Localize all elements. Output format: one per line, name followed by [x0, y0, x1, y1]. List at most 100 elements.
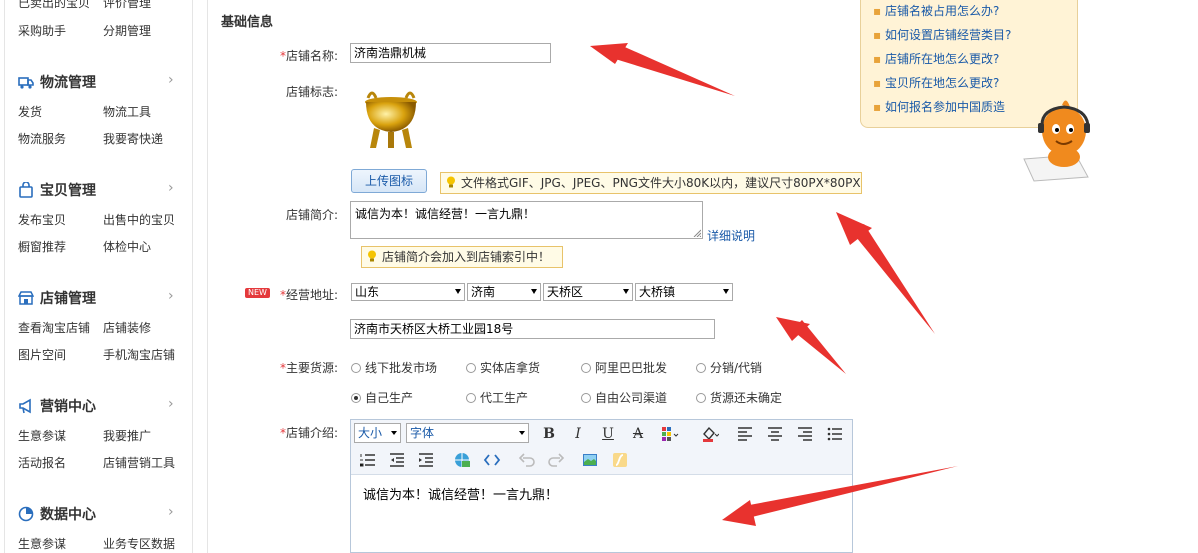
sidebar-link-purchase[interactable]: 采购助手	[18, 22, 66, 39]
chart-icon	[18, 506, 34, 522]
sidebar-link-advisor[interactable]: 生意参谋	[18, 427, 66, 444]
radio-label: 线下批发市场	[365, 361, 438, 375]
bullet-list-icon[interactable]	[826, 425, 844, 443]
sidebar-link-promote[interactable]: 我要推广	[103, 427, 151, 444]
sidebar-link-mobile-shop[interactable]: 手机淘宝店铺	[103, 346, 175, 363]
radio-button[interactable]	[696, 392, 706, 403]
sidebar-section-shop[interactable]: 店铺管理	[18, 288, 96, 308]
insert-flash-icon[interactable]	[611, 451, 629, 469]
redo-icon[interactable]	[547, 451, 565, 469]
sidebar-section-data[interactable]: 数据中心	[18, 504, 96, 524]
sidebar-link-on-sale[interactable]: 出售中的宝贝	[103, 211, 175, 228]
radio-button[interactable]	[466, 392, 476, 403]
sidebar: 已卖出的宝贝 评价管理 采购助手 分期管理 物流管理 › 发货 物流工具 物流服…	[0, 0, 193, 553]
sidebar-section-logistics[interactable]: 物流管理	[18, 72, 96, 92]
sidebar-section-title: 物流管理	[40, 75, 96, 91]
supply-option-undecided[interactable]: 货源还未确定	[696, 389, 782, 406]
sidebar-link-checkup[interactable]: 体检中心	[103, 238, 151, 255]
province-select[interactable]: 山东	[351, 283, 465, 301]
detail-link[interactable]: 详细说明	[707, 227, 755, 244]
city-select[interactable]: 济南	[467, 283, 541, 301]
help-link-china-quality[interactable]: ▪ 如何报名参加中国质造	[873, 98, 1005, 115]
strikethrough-icon[interactable]: A	[629, 425, 647, 443]
sidebar-link-send-express[interactable]: 我要寄快递	[103, 130, 163, 147]
radio-button[interactable]	[351, 362, 361, 373]
chevron-right-icon[interactable]: ›	[168, 504, 174, 520]
mascot-illustration	[1023, 100, 1090, 182]
align-center-icon[interactable]	[766, 425, 784, 443]
italic-icon[interactable]: I	[569, 425, 587, 443]
upload-logo-button[interactable]: 上传图标	[351, 169, 427, 193]
chevron-right-icon[interactable]: ›	[168, 288, 174, 304]
sidebar-link-activity[interactable]: 活动报名	[18, 454, 66, 471]
supply-option-own-channel[interactable]: 自由公司渠道	[581, 389, 667, 406]
radio-label: 实体店拿货	[480, 361, 541, 375]
bold-icon[interactable]: B	[540, 425, 558, 443]
chevron-right-icon[interactable]: ›	[168, 396, 174, 412]
sidebar-section-items[interactable]: 宝贝管理	[18, 180, 96, 200]
numbered-list-icon[interactable]	[359, 451, 377, 469]
help-link-item-location[interactable]: ▪ 宝贝所在地怎么更改?	[873, 74, 999, 91]
help-link-name-taken[interactable]: ▪ 店铺名被占用怎么办?	[873, 2, 999, 19]
radio-button[interactable]	[696, 362, 706, 373]
resize-handle-icon[interactable]	[693, 229, 701, 237]
undo-icon[interactable]	[518, 451, 536, 469]
highlight-color-icon[interactable]	[701, 425, 719, 443]
supply-option-physical-store[interactable]: 实体店拿货	[466, 359, 540, 376]
font-size-select[interactable]: 大小	[354, 423, 401, 443]
sidebar-link-logistics-service[interactable]: 物流服务	[18, 130, 66, 147]
supply-option-distribution[interactable]: 分销/代销	[696, 359, 762, 376]
help-link-shop-location[interactable]: ▪ 店铺所在地怎么更改?	[873, 50, 999, 67]
outdent-icon[interactable]	[388, 451, 406, 469]
sidebar-link-window[interactable]: 橱窗推荐	[18, 238, 66, 255]
radio-button[interactable]	[466, 362, 476, 373]
sidebar-link-ship[interactable]: 发货	[18, 103, 42, 120]
radio-button[interactable]	[581, 392, 591, 403]
align-left-icon[interactable]	[736, 425, 754, 443]
help-link-category[interactable]: ▪ 如何设置店铺经营类目?	[873, 26, 1011, 43]
address-label-text: 经营地址:	[285, 288, 338, 302]
editor-content[interactable]: 诚信为本！诚信经营！一言九鼎！	[363, 484, 558, 503]
source-code-icon[interactable]	[483, 451, 501, 469]
align-right-icon[interactable]	[796, 425, 814, 443]
shop-intro-textarea[interactable]: 诚信为本！诚信经营！一言九鼎！	[350, 201, 703, 239]
sidebar-link-installment[interactable]: 分期管理	[103, 22, 151, 39]
sidebar-link-biz-data[interactable]: 业务专区数据	[103, 535, 175, 552]
radio-button[interactable]	[581, 362, 591, 373]
supply-option-self-produce[interactable]: 自己生产	[351, 389, 413, 406]
city-value: 济南	[471, 285, 496, 299]
sidebar-link-view-shop[interactable]: 查看淘宝店铺	[18, 319, 90, 336]
sidebar-link-image-space[interactable]: 图片空间	[18, 346, 66, 363]
supply-option-offline-market[interactable]: 线下批发市场	[351, 359, 437, 376]
shop-name-input[interactable]	[350, 43, 551, 63]
sidebar-link-advisor-2[interactable]: 生意参谋	[18, 535, 66, 552]
district-value: 天桥区	[547, 285, 584, 299]
chevron-right-icon[interactable]: ›	[168, 180, 174, 196]
supply-option-oem[interactable]: 代工生产	[466, 389, 528, 406]
sidebar-link-publish[interactable]: 发布宝贝	[18, 211, 66, 228]
sidebar-link-logistics-tools[interactable]: 物流工具	[103, 103, 151, 120]
radio-button-selected[interactable]	[351, 392, 361, 403]
sidebar-link-marketing-tools[interactable]: 店铺营销工具	[103, 454, 175, 471]
sidebar-link-reviews[interactable]: 评价管理	[103, 0, 151, 11]
link-globe-icon[interactable]	[453, 451, 471, 469]
sidebar-link-sold[interactable]: 已卖出的宝贝	[18, 0, 90, 11]
indent-icon[interactable]	[417, 451, 435, 469]
underline-icon[interactable]: U	[599, 425, 617, 443]
insert-image-icon[interactable]	[581, 451, 599, 469]
town-select[interactable]: 大桥镇	[635, 283, 733, 301]
font-color-icon[interactable]	[661, 425, 679, 443]
radio-label: 阿里巴巴批发	[595, 361, 668, 375]
rich-text-editor[interactable]: 大小 字体 B I U A 诚信为本！诚信经营！一言九鼎！	[350, 419, 853, 553]
supply-option-alibaba[interactable]: 阿里巴巴批发	[581, 359, 667, 376]
address-label: *经营地址:	[218, 286, 338, 303]
font-family-select[interactable]: 字体	[406, 423, 529, 443]
town-value: 大桥镇	[639, 285, 676, 299]
sidebar-link-decorate[interactable]: 店铺装修	[103, 319, 151, 336]
address-detail-input[interactable]	[350, 319, 715, 339]
sidebar-section-marketing[interactable]: 营销中心	[18, 396, 96, 416]
truck-icon	[18, 77, 34, 89]
chevron-right-icon[interactable]: ›	[168, 72, 174, 88]
district-select[interactable]: 天桥区	[543, 283, 633, 301]
caret-down-icon	[623, 289, 629, 294]
